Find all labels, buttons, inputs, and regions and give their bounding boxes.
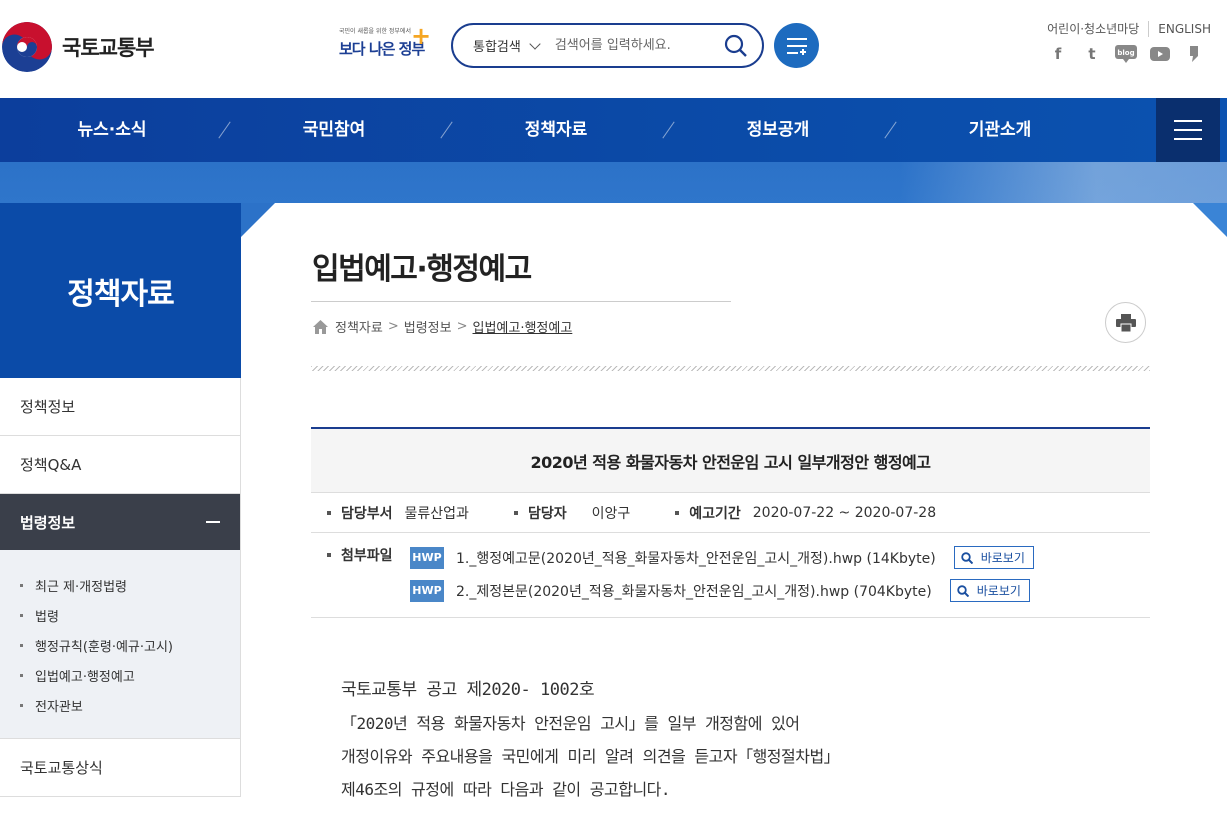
- breadcrumb-current[interactable]: 입법예고·행정예고: [473, 317, 573, 336]
- twitter-icon[interactable]: t: [1081, 44, 1103, 64]
- search-icon: [961, 551, 973, 564]
- search-scope-label: 통합검색: [473, 40, 521, 55]
- nav-item-news[interactable]: 뉴스·소식: [32, 98, 192, 162]
- sidebar-sub-list: 최근 제·개정법령 법령 행정규칙(훈령·예규·고시) 입법예고·행정예고 전자…: [0, 550, 241, 739]
- main-nav: 뉴스·소식 국민참여 정책자료 정보공개 기관소개: [0, 98, 1227, 162]
- blog-icon-label: blog: [1117, 49, 1134, 57]
- post-body: 국토교통부 공고 제2020- 1002호 「2020년 적용 화물자동차 안전…: [341, 674, 840, 806]
- sidebar: 정책자료 정책정보 정책Q&A 법령정보 최근 제·개정법령 법령 행정규칙(훈…: [0, 203, 241, 813]
- kids-link[interactable]: 어린이·청소년마당: [1047, 20, 1139, 37]
- hwp-file-icon: HWP: [410, 579, 444, 602]
- period-value: 2020-07-22 ~ 2020-07-28: [752, 505, 937, 521]
- divider: [1148, 20, 1150, 37]
- sidebar-item-common-sense[interactable]: 국토교통상식: [0, 739, 241, 797]
- attachment-link[interactable]: 2._제정본문(2020년_적용_화물자동차_안전운임_고시_개정).hwp (…: [456, 581, 932, 601]
- better-government-badge[interactable]: 국민이 새롭을 위한 정부에서 보다 나은 정부 +: [337, 22, 432, 66]
- nav-divider: [884, 121, 897, 139]
- chevron-right-icon: >: [387, 319, 399, 334]
- dept-label: 담당부서: [327, 503, 393, 523]
- nav-divider: [218, 121, 231, 139]
- home-icon[interactable]: [313, 319, 328, 334]
- sidebar-item-law-info[interactable]: 법령정보: [0, 494, 241, 550]
- body-line: 제46조의 규정에 따라 다음과 같이 공고합니다.: [341, 780, 671, 799]
- kakao-icon[interactable]: [1183, 44, 1205, 64]
- preview-button[interactable]: 바로보기: [949, 579, 1030, 602]
- post-info-row: 담당부서 물류산업과 담당자 이앙구 예고기간 2020-07-22 ~ 202…: [311, 494, 1150, 533]
- announcement-number: 국토교통부 공고 제2020- 1002호: [341, 680, 595, 700]
- minus-icon: [206, 521, 220, 523]
- attachment-item: HWP 2._제정본문(2020년_적용_화물자동차_안전운임_고시_개정).h…: [410, 579, 1030, 602]
- person-label: 담당자: [514, 503, 567, 523]
- gov-slogan-small: 국민이 새롭을 위한 정부에서: [339, 28, 411, 35]
- post-title: 2020년 적용 화물자동차 안전운임 고시 일부개정안 행정예고: [311, 427, 1150, 493]
- site-header: 국토교통부 국민이 새롭을 위한 정부에서 보다 나은 정부 + 통합검색 어린…: [0, 0, 1227, 98]
- nav-divider: [662, 121, 675, 139]
- plus-icon: +: [411, 22, 432, 50]
- attachments: 첨부파일 HWP 1._행정예고문(2020년_적용_화물자동차_안전운임_고시…: [311, 533, 1150, 618]
- search-input[interactable]: [554, 38, 715, 53]
- search-icon: [957, 584, 969, 597]
- nav-item-policy[interactable]: 정책자료: [476, 98, 636, 162]
- taegeuk-logo-icon: [2, 22, 52, 72]
- page-title: 입법예고·행정예고: [312, 252, 532, 287]
- nav-divider: [440, 121, 453, 139]
- printer-icon: [1115, 313, 1136, 332]
- attachments-label: 첨부파일: [327, 545, 393, 565]
- sidebar-item-policy-info[interactable]: 정책정보: [0, 378, 241, 436]
- sns-links: f t blog: [1047, 44, 1205, 64]
- nav-item-disclosure[interactable]: 정보공개: [698, 98, 858, 162]
- chevron-right-icon: >: [456, 319, 468, 334]
- preview-button[interactable]: 바로보기: [953, 546, 1034, 569]
- nav-item-about[interactable]: 기관소개: [920, 98, 1080, 162]
- breadcrumb-item[interactable]: 정책자료: [335, 317, 383, 336]
- person-value: 이앙구: [591, 506, 631, 522]
- dept-value: 물류산업과: [404, 506, 469, 522]
- nav-item-participation[interactable]: 국민참여: [254, 98, 414, 162]
- sidebar-item-policy-qa[interactable]: 정책Q&A: [0, 436, 241, 494]
- detail-search-button[interactable]: [774, 23, 819, 68]
- attachment-item: HWP 1._행정예고문(2020년_적용_화물자동차_안전운임_고시_개정).…: [410, 546, 1034, 569]
- preview-label: 바로보기: [980, 551, 1025, 565]
- preview-label: 바로보기: [976, 584, 1021, 598]
- youtube-icon[interactable]: [1149, 44, 1171, 64]
- print-button[interactable]: [1105, 302, 1146, 343]
- site-logo[interactable]: 국토교통부: [2, 22, 155, 72]
- sidebar-title: 정책자료: [0, 203, 241, 378]
- hamburger-icon: [1174, 120, 1202, 122]
- logo-text: 국토교통부: [62, 36, 155, 60]
- attachment-link[interactable]: 1._행정예고문(2020년_적용_화물자동차_안전운임_고시_개정).hwp …: [456, 548, 936, 568]
- search-icon[interactable]: [724, 34, 748, 58]
- facebook-icon[interactable]: f: [1047, 44, 1069, 64]
- search-scope-select[interactable]: 통합검색: [473, 36, 541, 55]
- sub-item-recent-laws[interactable]: 최근 제·개정법령: [20, 570, 240, 600]
- body-line: 「2020년 적용 화물자동차 안전운임 고시」를 일부 개정함에 있어: [341, 714, 800, 733]
- divider: [311, 301, 731, 302]
- all-menu-button[interactable]: [1156, 98, 1220, 162]
- sub-item-gazette[interactable]: 전자관보: [20, 690, 240, 720]
- search-bar: 통합검색: [451, 23, 764, 68]
- sub-item-laws[interactable]: 법령: [20, 600, 240, 630]
- decor-notch: [241, 203, 275, 237]
- decor-notch: [1193, 203, 1227, 237]
- blog-icon[interactable]: blog: [1115, 44, 1137, 64]
- sub-item-admin-rules[interactable]: 행정규칙(훈령·예규·고시): [20, 630, 240, 660]
- english-link[interactable]: ENGLISH: [1158, 22, 1211, 36]
- hwp-file-icon: HWP: [410, 546, 444, 569]
- chevron-down-icon: [529, 37, 541, 50]
- body-line: 개정이유와 주요내용을 국민에게 미리 알려 의견을 듣고자「행정절차법」: [341, 747, 840, 766]
- top-links: 어린이·청소년마당 ENGLISH: [1047, 20, 1211, 37]
- breadcrumb: 정책자료 > 법령정보 > 입법예고·행정예고: [313, 317, 572, 336]
- sub-item-legislative-notice[interactable]: 입법예고·행정예고: [20, 660, 240, 690]
- divider: [311, 366, 1150, 371]
- menu-plus-icon: [786, 37, 807, 55]
- period-label: 예고기간: [675, 503, 741, 523]
- sidebar-item-label: 법령정보: [20, 513, 76, 532]
- breadcrumb-item[interactable]: 법령정보: [404, 317, 452, 336]
